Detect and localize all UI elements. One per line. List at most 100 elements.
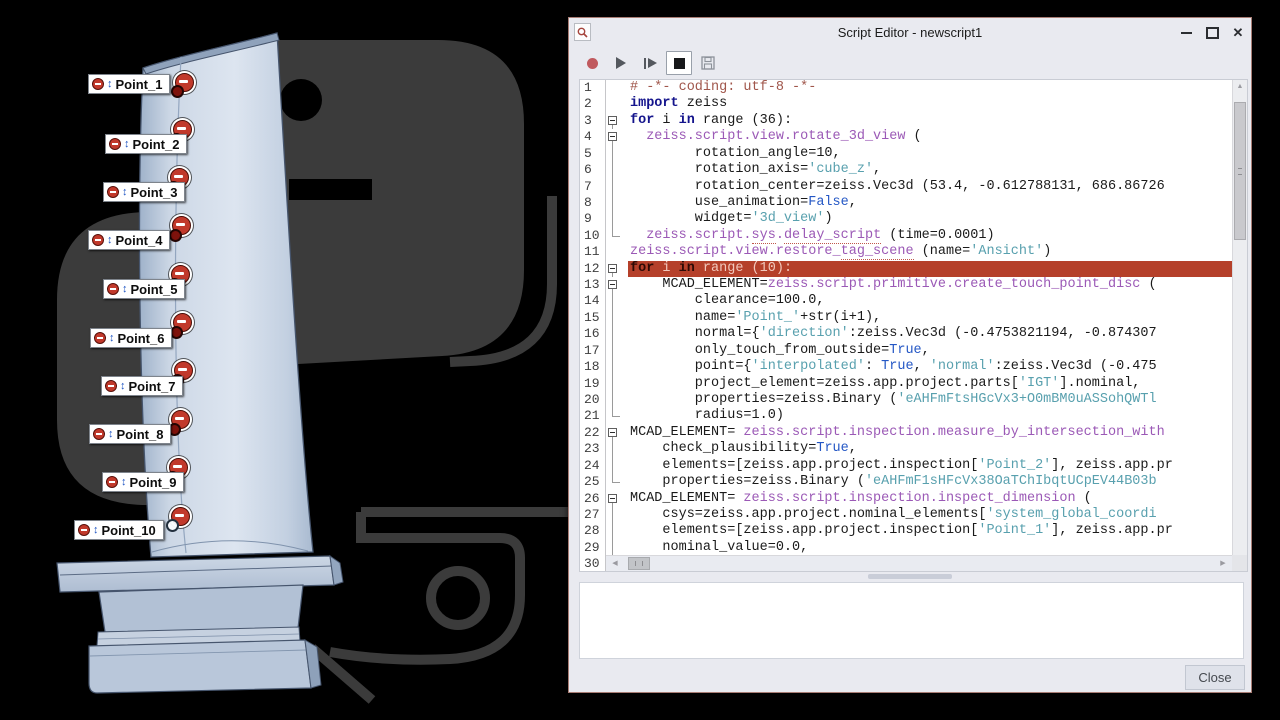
code-line[interactable]: 27 csys=zeiss.app.project.nominal_elemen… [580,507,1232,523]
code-line[interactable]: 2import zeiss [580,96,1232,112]
point-label[interactable]: ↕Point_6 [90,328,172,348]
code-line[interactable]: 11 zeiss.script.view.restore_tag_scene (n… [580,244,1232,260]
horizontal-scroll-thumb[interactable] [628,557,650,570]
touch-point-dot[interactable] [171,85,184,98]
fold-toggle-icon[interactable] [606,261,628,277]
code-line[interactable]: 18 point={'interpolated': True, 'normal'… [580,359,1232,375]
fold-margin [606,474,628,490]
splitter-handle[interactable] [868,574,952,579]
vertical-scrollbar[interactable]: ▲ ▼ [1232,80,1247,571]
vertical-scroll-thumb[interactable] [1234,102,1246,240]
point-label[interactable]: ↕Point_1 [88,74,170,94]
maximize-button[interactable] [1205,26,1219,40]
minimize-button[interactable] [1179,26,1193,40]
code-line[interactable]: 8 use_animation=False, [580,195,1232,211]
close-window-button[interactable]: ✕ [1231,26,1245,40]
code-text: use_animation=False, [628,195,1232,211]
code-text: zeiss.script.view.restore_tag_scene (nam… [628,244,1232,260]
code-line[interactable]: 5 rotation_angle=10, [580,146,1232,162]
fold-toggle-icon[interactable] [606,113,628,129]
point-label[interactable]: ↕Point_3 [103,182,185,202]
code-line[interactable]: 1# -*- coding: utf-8 -*- [580,80,1232,96]
code-line[interactable]: 12for i in range (10): [580,261,1232,277]
step-button[interactable] [637,51,663,75]
touch-point-dot[interactable] [169,229,182,242]
code-lines: 1# -*- coding: utf-8 -*-2import zeiss3fo… [580,80,1232,571]
record-button[interactable] [579,51,605,75]
line-number: 18 [580,359,606,375]
code-line[interactable]: 23 check_plausibility=True, [580,441,1232,457]
minimize-icon [1181,32,1192,34]
code-line[interactable]: 21 radius=1.0) [580,408,1232,424]
point-label[interactable]: ↕Point_7 [101,376,183,396]
code-line[interactable]: 20 properties=zeiss.Binary ('eAHFmFtsHGc… [580,392,1232,408]
output-panel[interactable] [579,582,1244,659]
scroll-left-icon[interactable]: ◀ [608,556,622,571]
run-button[interactable] [608,51,634,75]
save-button[interactable] [695,51,721,75]
code-text: radius=1.0) [628,408,1232,424]
line-number: 8 [580,195,606,211]
fold-margin [606,441,628,457]
code-line[interactable]: 26MCAD_ELEMENT= zeiss.script.inspection.… [580,491,1232,507]
code-text: for i in range (10): [628,261,1232,277]
code-line[interactable]: 28 elements=[zeiss.app.project.inspectio… [580,523,1232,539]
no-entry-icon [78,524,90,536]
touch-point-dot[interactable] [166,519,179,532]
code-line[interactable]: 24 elements=[zeiss.app.project.inspectio… [580,458,1232,474]
code-line[interactable]: 9 widget='3d_view') [580,211,1232,227]
scroll-right-icon[interactable]: ▶ [1216,556,1230,571]
titlebar[interactable]: Script Editor - newscript1 ✕ [569,18,1251,48]
line-number: 5 [580,146,606,162]
code-text: clearance=100.0, [628,293,1232,309]
code-line[interactable]: 19 project_element=zeiss.app.project.par… [580,376,1232,392]
line-number: 10 [580,228,606,244]
record-icon [587,58,598,69]
point-label[interactable]: ↕Point_9 [102,472,184,492]
fold-margin [606,195,628,211]
point-label[interactable]: ↕Point_10 [74,520,164,540]
code-text: rotation_axis='cube_z', [628,162,1232,178]
code-line[interactable]: 16 normal={'direction':zeiss.Vec3d (-0.4… [580,326,1232,342]
point-label-text: Point_3 [131,185,178,200]
code-line[interactable]: 10 zeiss.script.sys.delay_script (time=0… [580,228,1232,244]
code-line[interactable]: 25 properties=zeiss.Binary ('eAHFmF1sHFc… [580,474,1232,490]
probe-axis-arrow-icon: ↕ [122,187,128,197]
point-label[interactable]: ↕Point_5 [103,279,185,299]
code-line[interactable]: 15 name='Point_'+str(i+1), [580,310,1232,326]
point-label[interactable]: ↕Point_8 [89,424,171,444]
point-label[interactable]: ↕Point_2 [105,134,187,154]
point-label-text: Point_5 [131,282,178,297]
no-entry-icon [106,476,118,488]
code-line[interactable]: 17 only_touch_from_outside=True, [580,343,1232,359]
code-line[interactable]: 4 zeiss.script.view.rotate_3d_view ( [580,129,1232,145]
line-number: 11 [580,244,606,260]
fold-toggle-icon[interactable] [606,425,628,441]
no-entry-icon [94,332,106,344]
point-label[interactable]: ↕Point_4 [88,230,170,250]
close-button[interactable]: Close [1185,665,1245,690]
code-line[interactable]: 3for i in range (36): [580,113,1232,129]
fold-toggle-icon[interactable] [606,277,628,293]
code-line[interactable]: 13 MCAD_ELEMENT=zeiss.script.primitive.c… [580,277,1232,293]
code-line[interactable]: 22MCAD_ELEMENT= zeiss.script.inspection.… [580,425,1232,441]
code-text: properties=zeiss.Binary ('eAHFmFtsHGcVx3… [628,392,1232,408]
probe-axis-arrow-icon: ↕ [120,381,126,391]
code-line[interactable]: 14 clearance=100.0, [580,293,1232,309]
probe-axis-arrow-icon: ↕ [107,79,113,89]
horizontal-scrollbar[interactable]: ◀ ▶ [606,555,1232,571]
scrollbar-corner [1232,555,1247,571]
code-line[interactable]: 29 nominal_value=0.0, [580,540,1232,556]
code-line[interactable]: 7 rotation_center=zeiss.Vec3d (53.4, -0.… [580,179,1232,195]
no-entry-icon [107,186,119,198]
code-editor[interactable]: 1# -*- coding: utf-8 -*-2import zeiss3fo… [579,79,1248,572]
fold-toggle-icon[interactable] [606,491,628,507]
stop-button[interactable] [666,51,692,75]
fold-toggle-icon[interactable] [606,129,628,145]
point-label-text: Point_2 [133,137,180,152]
point-label-text: Point_7 [129,379,176,394]
fold-margin [606,507,628,523]
code-text: MCAD_ELEMENT= zeiss.script.inspection.in… [628,491,1232,507]
code-line[interactable]: 6 rotation_axis='cube_z', [580,162,1232,178]
scroll-up-icon[interactable]: ▲ [1233,80,1247,94]
